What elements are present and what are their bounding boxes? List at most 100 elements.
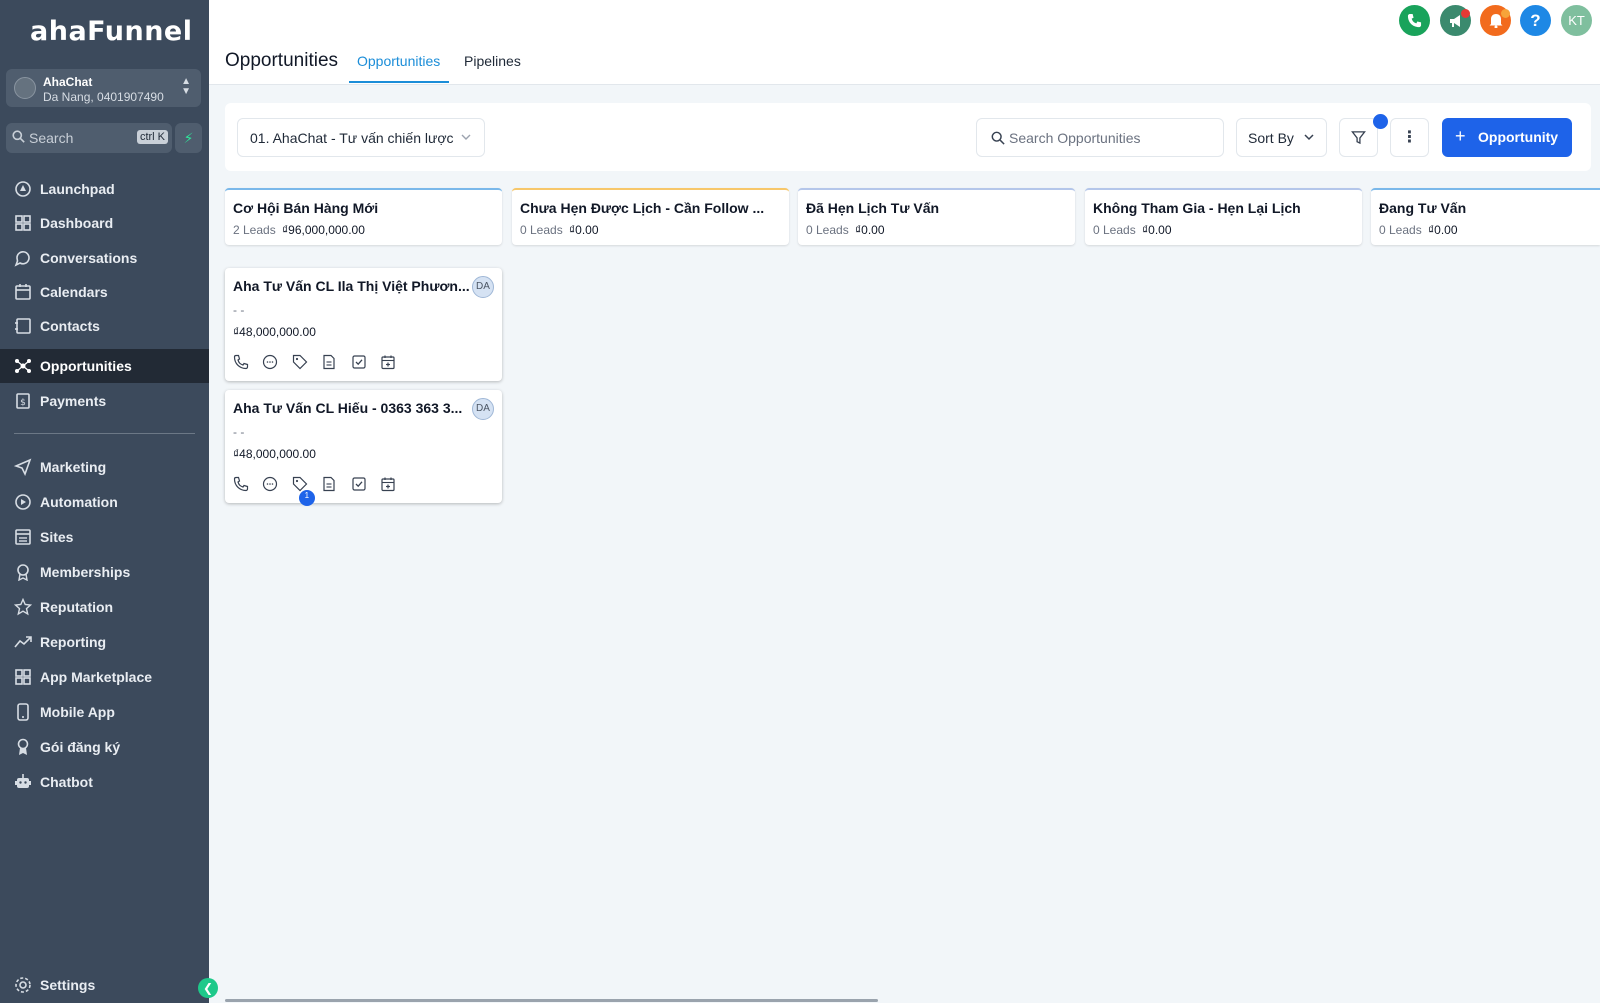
phone-icon[interactable] (233, 476, 249, 492)
sidebar-item-reporting[interactable]: Reporting (0, 625, 209, 659)
stage-value: ₫0.00 (569, 223, 599, 237)
sites-icon (15, 529, 31, 545)
tag-count-badge: 1 (298, 490, 315, 506)
user-avatar[interactable]: KT (1561, 5, 1592, 36)
collapse-sidebar-chevron-left-icon[interactable]: ❮ (198, 978, 218, 998)
search-icon (12, 130, 25, 143)
notifications-button[interactable] (1480, 5, 1511, 36)
sidebar-item-label: Settings (40, 977, 96, 993)
announcements-button[interactable] (1440, 5, 1471, 36)
account-switcher[interactable]: AhaChat Da Nang, 0401907490 ▲ ▼ (6, 69, 201, 107)
grid-icon (15, 215, 31, 231)
sidebar-item-opportunities[interactable]: Opportunities (0, 349, 209, 383)
sort-by-dropdown[interactable]: Sort By (1236, 118, 1327, 157)
automation-icon (15, 494, 31, 510)
sidebar-item-label: Reputation (40, 599, 114, 615)
assignee-avatar[interactable]: DA (472, 398, 494, 420)
sidebar-item-app-marketplace[interactable]: App Marketplace (0, 660, 209, 694)
filter-button[interactable] (1339, 118, 1378, 157)
opportunity-value: ₫48,000,000.00 (233, 447, 316, 461)
quick-action-bolt-icon[interactable]: ⚡ (175, 123, 202, 153)
note-icon[interactable] (321, 476, 337, 492)
opportunity-card[interactable]: Aha Tư Vấn CL Hiếu - 0363 363 3... DA - … (225, 390, 502, 506)
task-icon[interactable] (351, 354, 367, 370)
pipeline-select-value: 01. AhaChat - Tư vấn chiến lược (250, 130, 454, 146)
sms-icon[interactable] (262, 354, 278, 370)
sidebar-item-label: Payments (40, 393, 107, 409)
logo: ahaFunnel (30, 16, 193, 47)
search-opportunities-input[interactable] (1009, 128, 1209, 148)
sms-icon[interactable] (262, 476, 278, 492)
sidebar-item-settings[interactable]: Settings (0, 968, 209, 1002)
appointment-icon[interactable] (380, 476, 396, 492)
sidebar-item-contacts[interactable]: Contacts (0, 309, 209, 343)
account-location: Da Nang, 0401907490 (43, 90, 164, 104)
opportunity-card[interactable]: Aha Tư Vấn CL Ila Thị Việt Phươn... DA -… (225, 268, 502, 381)
sidebar-item-launchpad[interactable]: Launchpad (0, 172, 209, 206)
filter-active-dot (1373, 114, 1388, 129)
sidebar-item-goi-dang-ky[interactable]: Gói đăng ký (0, 730, 209, 764)
chevron-down-icon (1304, 134, 1314, 141)
task-icon[interactable] (351, 476, 367, 492)
stage-name: Cơ Hội Bán Hàng Mới (233, 200, 379, 216)
horizontal-scrollbar[interactable] (225, 999, 878, 1002)
add-opportunity-button[interactable]: + Opportunity (1442, 118, 1572, 157)
sidebar-item-chatbot[interactable]: Chatbot (0, 765, 209, 799)
sidebar-item-automation[interactable]: Automation (0, 485, 209, 519)
stage-value: ₫0.00 (1428, 223, 1458, 237)
filter-icon (1351, 131, 1366, 145)
robot-icon (15, 774, 31, 788)
stage-name: Không Tham Gia - Hẹn Lại Lịch (1093, 200, 1301, 216)
sidebar-item-calendars[interactable]: Calendars (0, 275, 209, 309)
opportunity-value: ₫48,000,000.00 (233, 325, 316, 339)
tag-icon[interactable]: 1 (292, 476, 315, 506)
sidebar-search[interactable]: Search ctrl K (6, 123, 172, 153)
notification-dot (1461, 9, 1470, 18)
pipeline-select[interactable]: 01. AhaChat - Tư vấn chiến lược (237, 118, 485, 157)
page-title: Opportunities (225, 50, 339, 71)
payments-icon: $ (16, 393, 30, 409)
trend-icon (14, 636, 32, 648)
tab-pipelines[interactable]: Pipelines (464, 53, 521, 69)
chevron-down-icon (461, 134, 471, 140)
sidebar-item-reputation[interactable]: Reputation (0, 590, 209, 624)
sidebar-item-payments[interactable]: $ Payments (0, 384, 209, 418)
sidebar-item-sites[interactable]: Sites (0, 520, 209, 554)
opportunity-search[interactable] (976, 118, 1224, 157)
phone-button[interactable] (1399, 5, 1430, 36)
sidebar-item-label: Gói đăng ký (40, 739, 121, 755)
stage-value: ₫0.00 (1142, 223, 1172, 237)
calendar-icon (15, 284, 31, 300)
vertical-dots-icon: ⋮ (1401, 129, 1418, 146)
help-button[interactable]: ? (1520, 5, 1551, 36)
note-icon[interactable] (321, 354, 337, 370)
membership-icon (17, 564, 29, 581)
rocket-icon (15, 181, 31, 197)
tag-icon[interactable] (292, 354, 308, 370)
appointment-icon[interactable] (380, 354, 396, 370)
stage-column-header[interactable]: Đang Tư Vấn 0 Leads ₫0.00 (1371, 188, 1600, 245)
add-opportunity-label: Opportunity (1478, 129, 1559, 145)
sidebar-item-dashboard[interactable]: Dashboard (0, 206, 209, 240)
search-label: Search (29, 130, 74, 146)
stage-lead-count: 0 Leads (1379, 223, 1422, 237)
page-header: Opportunities Opportunities Pipelines ? … (209, 0, 1600, 85)
assignee-avatar[interactable]: DA (472, 276, 494, 298)
sidebar-item-mobile-app[interactable]: Mobile App (0, 695, 209, 729)
sidebar-item-conversations[interactable]: Conversations (0, 241, 209, 275)
sidebar-item-label: Dashboard (40, 215, 114, 231)
more-options-button[interactable]: ⋮ (1390, 118, 1429, 157)
stage-column-header[interactable]: Không Tham Gia - Hẹn Lại Lịch 0 Leads ₫0… (1085, 188, 1362, 245)
phone-icon[interactable] (233, 354, 249, 370)
sidebar-item-marketing[interactable]: Marketing (0, 450, 209, 484)
stage-column-header[interactable]: Chưa Hẹn Được Lịch - Cần Follow ... 0 Le… (512, 188, 789, 245)
stage-column-header[interactable]: Đã Hẹn Lịch Tư Vấn 0 Leads ₫0.00 (798, 188, 1075, 245)
chat-bubble-icon (14, 251, 30, 267)
apps-icon (15, 669, 31, 685)
tab-opportunities[interactable]: Opportunities (357, 53, 440, 69)
sidebar-item-label: App Marketplace (40, 669, 153, 685)
sidebar-item-memberships[interactable]: Memberships (0, 555, 209, 589)
sidebar-item-label: Mobile App (40, 704, 115, 720)
send-icon (14, 458, 32, 476)
stage-column-header[interactable]: Cơ Hội Bán Hàng Mới 2 Leads ₫96,000,000.… (225, 188, 502, 245)
